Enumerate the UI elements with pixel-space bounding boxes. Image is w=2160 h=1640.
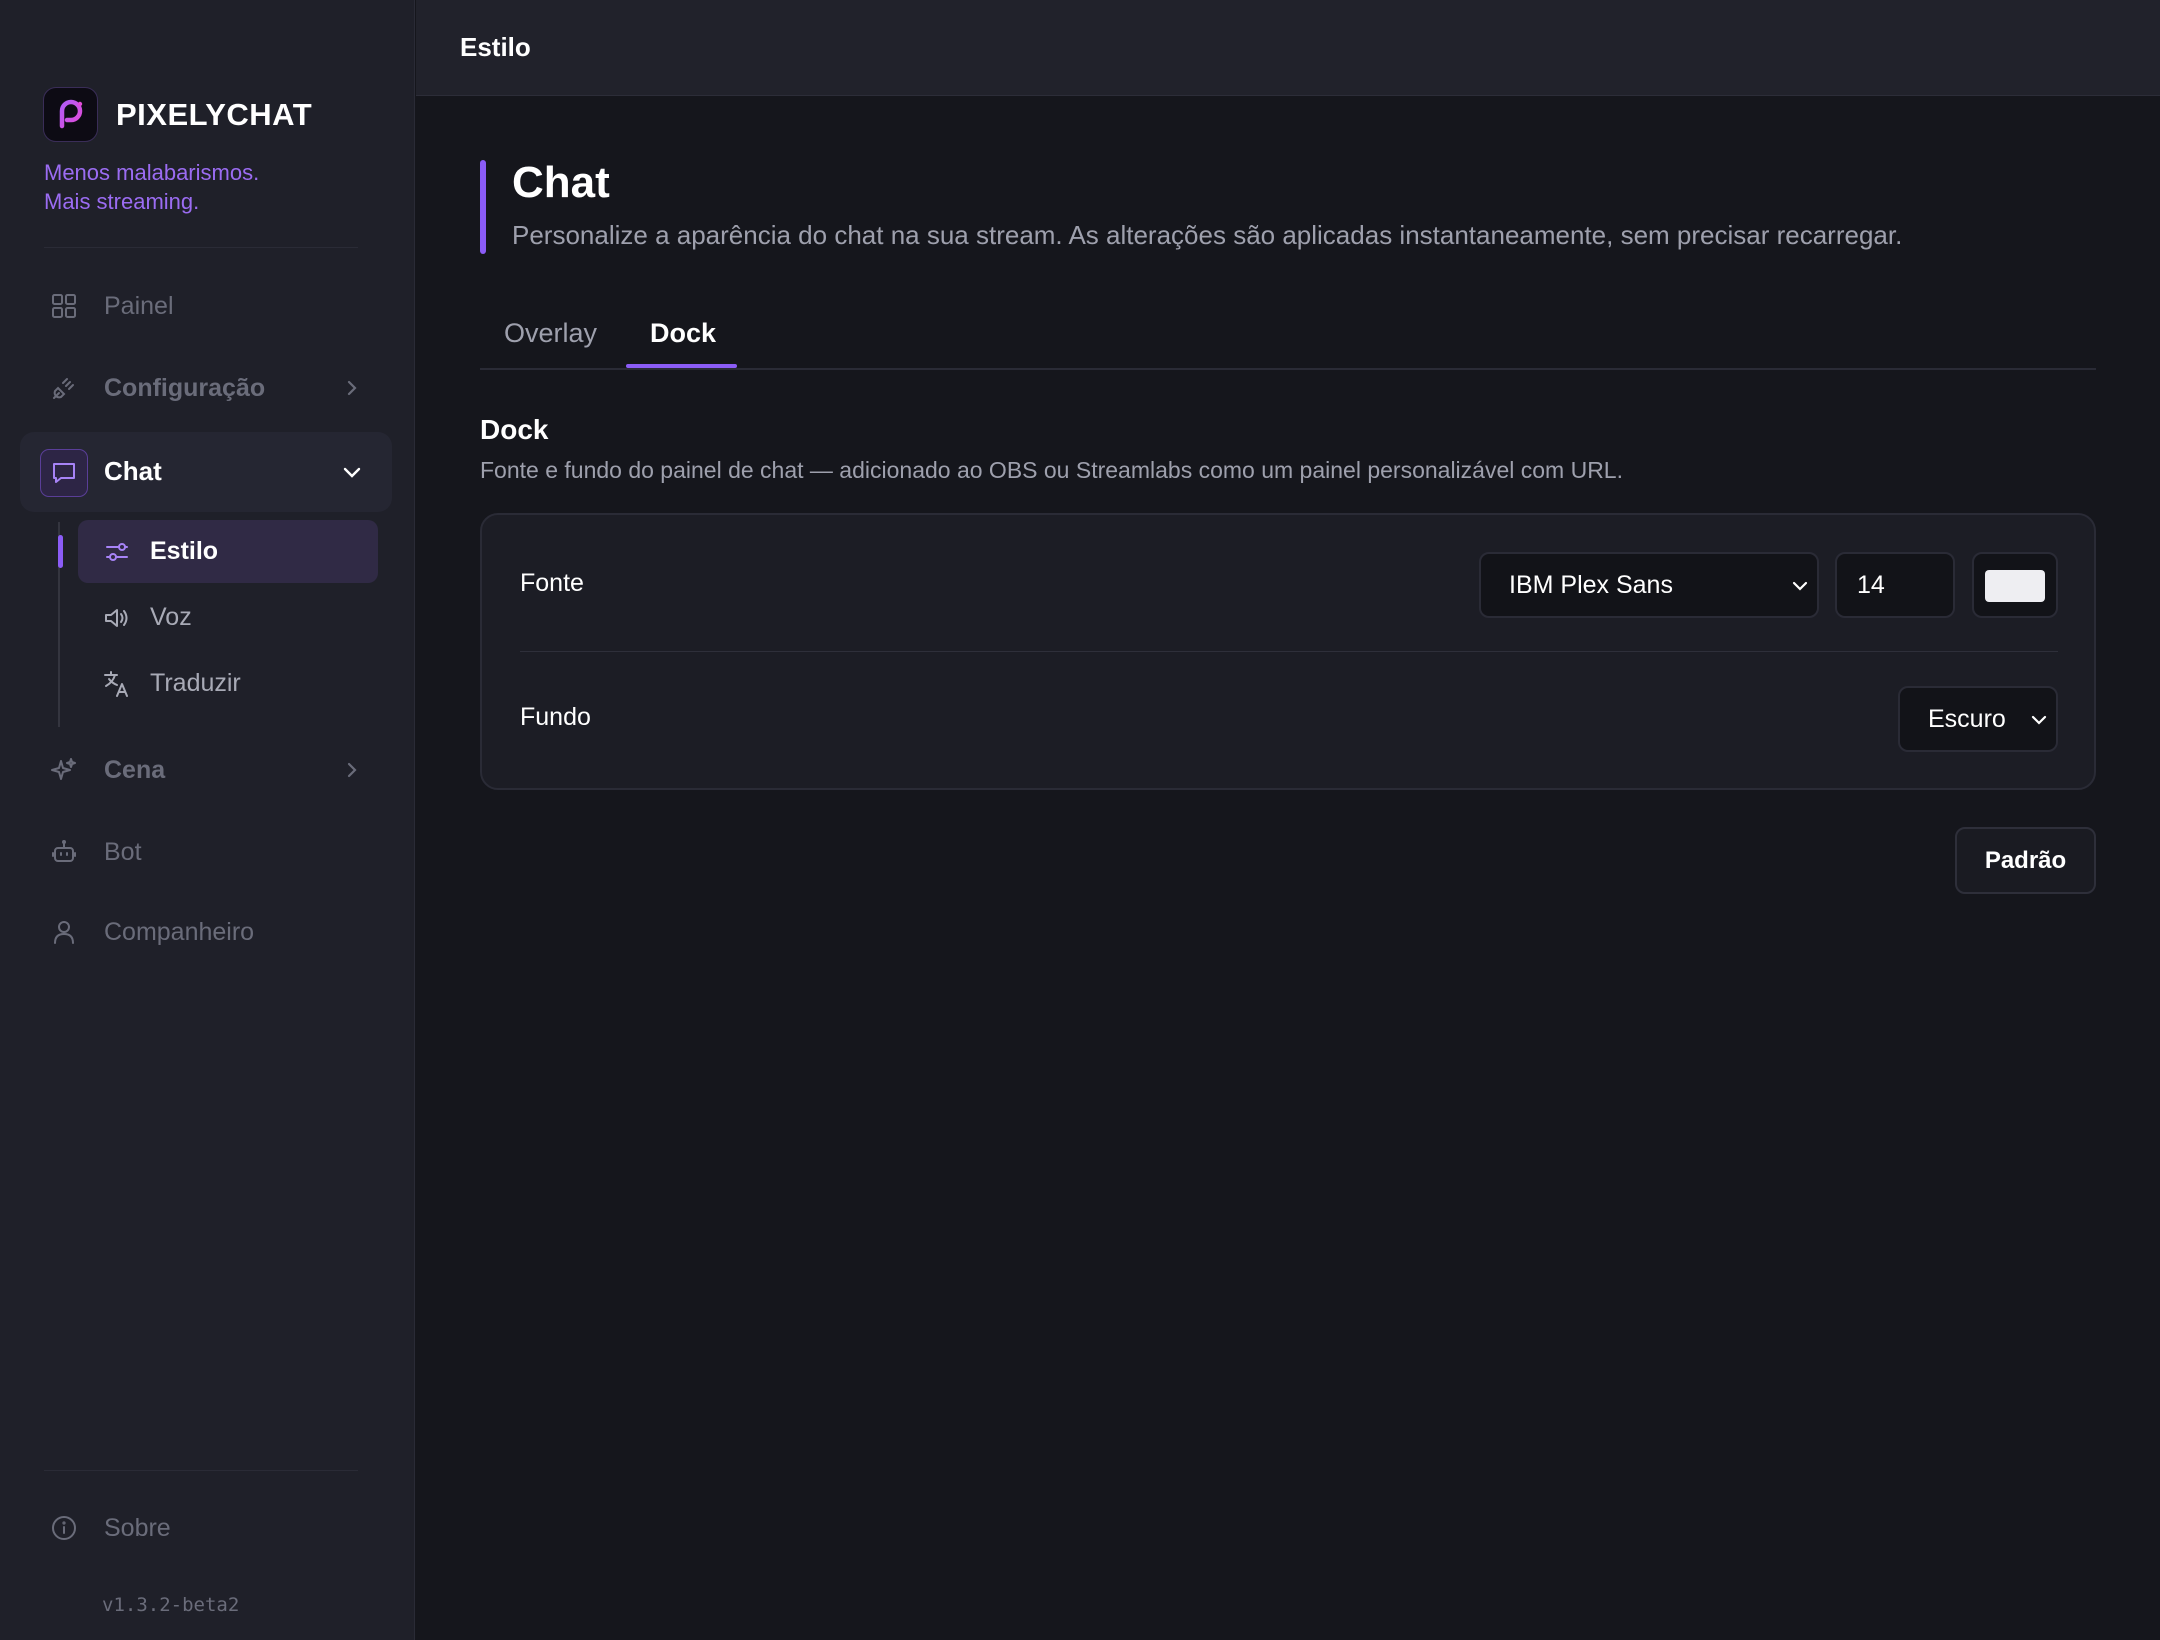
sidebar-item-label: Cena: [104, 755, 166, 784]
sparkles-icon: [48, 754, 80, 786]
plug-icon: [48, 372, 80, 404]
sidebar-item-painel[interactable]: Painel: [0, 276, 415, 336]
chevron-right-icon: [340, 376, 364, 400]
brand: PIXELYCHAT: [43, 87, 312, 142]
tab-overlay[interactable]: Overlay: [504, 318, 597, 349]
background-select[interactable]: Escuro: [1898, 686, 2058, 752]
page-title: Chat: [512, 158, 610, 207]
sidebar: PIXELYCHAT Menos malabarismos. Mais stre…: [0, 0, 415, 1640]
background-value: Escuro: [1928, 705, 2006, 733]
sidebar-subitem-label: Estilo: [150, 537, 219, 565]
sidebar-item-cena[interactable]: Cena: [0, 740, 415, 800]
breadcrumb: Estilo: [460, 32, 531, 62]
sidebar-divider: [44, 247, 358, 248]
chevron-down-icon: [1789, 575, 1811, 597]
robot-icon: [48, 836, 80, 868]
font-label: Fonte: [520, 569, 584, 597]
page-subtitle: Personalize a aparência do chat na sua s…: [512, 220, 1903, 250]
font-family-select[interactable]: IBM Plex Sans: [1479, 552, 1819, 618]
font-color-picker[interactable]: [1972, 552, 2058, 618]
sidebar-item-configuracao[interactable]: Configuração: [0, 358, 415, 418]
font-size-value: 14: [1857, 571, 1885, 599]
sidebar-item-label: Chat: [104, 456, 162, 486]
app-name: PIXELYCHAT: [116, 96, 313, 132]
top-bar: Estilo: [416, 0, 2160, 96]
sidebar-subitem-estilo-row[interactable]: Estilo: [78, 520, 378, 583]
sidebar-item-label: Configuração: [104, 373, 266, 402]
info-icon: [48, 1512, 80, 1544]
translate-icon: [102, 669, 132, 699]
chevron-down-icon: [2028, 709, 2050, 731]
background-label: Fundo: [520, 703, 591, 731]
dock-settings-card: Fonte IBM Plex Sans 14 Fundo Escuro: [480, 513, 2096, 790]
user-icon: [48, 916, 80, 948]
speaker-icon: [102, 603, 132, 633]
chevron-right-icon: [340, 758, 364, 782]
section-subtitle: Fonte e fundo do painel de chat — adicio…: [480, 457, 1623, 483]
sidebar-subitem-label: Voz: [150, 603, 192, 631]
sidebar-subitem-traduzir[interactable]: Traduzir: [78, 652, 378, 715]
color-swatch: [1985, 570, 2045, 602]
active-indicator: [58, 535, 63, 568]
chat-bubble-icon: [40, 449, 88, 497]
grid-icon: [48, 290, 80, 322]
chevron-down-icon: [340, 460, 364, 484]
sidebar-item-label: Sobre: [104, 1513, 171, 1542]
sidebar-subitem-voz[interactable]: Voz: [78, 586, 378, 649]
section-title: Dock: [480, 414, 549, 445]
sidebar-item-label: Bot: [104, 837, 142, 866]
app-version: v1.3.2-beta2: [102, 1594, 240, 1616]
sliders-icon: [102, 537, 132, 567]
row-divider: [520, 651, 2058, 652]
sidebar-item-companheiro[interactable]: Companheiro: [0, 902, 415, 962]
sidebar-subitem-label: Traduzir: [150, 669, 241, 697]
tagline: Menos malabarismos. Mais streaming.: [44, 160, 260, 214]
sidebar-divider: [44, 1470, 358, 1471]
tab-bar: Overlay Dock: [480, 300, 2096, 370]
font-family-value: IBM Plex Sans: [1509, 571, 1673, 599]
app-logo-icon: [43, 87, 98, 142]
reset-default-button[interactable]: Padrão: [1955, 827, 2096, 894]
active-tab-indicator: [626, 364, 737, 368]
sidebar-item-bot[interactable]: Bot: [0, 822, 415, 882]
title-accent-bar: [480, 160, 486, 254]
sidebar-item-label: Painel: [104, 291, 174, 320]
tab-dock[interactable]: Dock: [650, 318, 716, 349]
font-size-input[interactable]: 14: [1835, 552, 1955, 618]
sidebar-item-sobre[interactable]: Sobre: [0, 1498, 415, 1558]
sidebar-item-label: Companheiro: [104, 917, 255, 946]
